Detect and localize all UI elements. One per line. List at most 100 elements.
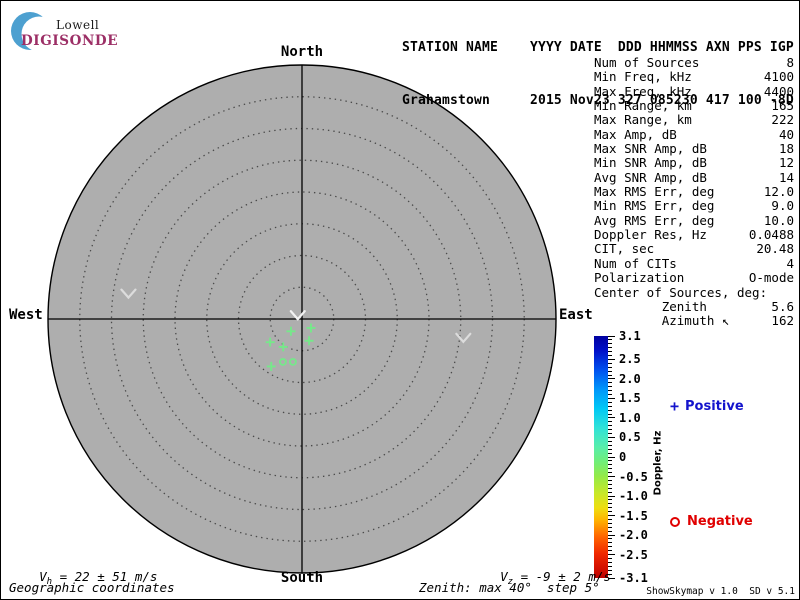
stat-row: CIT, sec 20.48 — [594, 241, 794, 257]
colorbar-minor-tick — [608, 464, 612, 466]
colorbar-major-tick — [608, 436, 615, 438]
colorbar-major-tick — [608, 417, 615, 419]
colorbar-minor-tick — [608, 538, 612, 540]
colorbar-minor-tick — [608, 343, 612, 345]
colorbar-minor-tick — [608, 339, 612, 341]
colorbar-tick-label: -2.5 — [619, 547, 648, 562]
colorbar-tick-label: -1.0 — [619, 489, 648, 504]
colorbar-minor-tick — [608, 394, 612, 396]
coordinate-system-label: Geographic coordinates — [9, 580, 175, 595]
colorbar-minor-tick — [608, 347, 612, 349]
colorbar-minor-tick — [608, 499, 612, 501]
stat-row: Min Range, km 165 — [594, 98, 794, 114]
stat-row: Min SNR Amp, dB 12 — [594, 155, 794, 171]
colorbar-minor-tick — [608, 491, 612, 493]
stat-row: Avg RMS Err, deg 10.0 — [594, 212, 794, 228]
colorbar-minor-tick — [608, 542, 612, 544]
colorbar-major-tick — [608, 456, 615, 458]
colorbar-major-tick — [608, 476, 615, 478]
colorbar-minor-tick — [608, 382, 612, 384]
colorbar-minor-tick — [608, 522, 612, 524]
logo-digisonde-text: DIGISONDE — [21, 33, 119, 49]
legend-negative: Negative — [670, 514, 753, 529]
colorbar-tick-label: 0.5 — [619, 430, 641, 445]
colorbar-axis-label: Doppler, Hz — [652, 430, 664, 496]
colorbar-minor-tick — [608, 550, 612, 552]
stat-row: Avg SNR Amp, dB 14 — [594, 169, 794, 185]
compass-south-label: South — [280, 570, 324, 586]
stat-row: Min RMS Err, deg 9.0 — [594, 198, 794, 214]
colorbar-major-tick — [608, 378, 615, 380]
compass-east-label: East — [559, 307, 593, 323]
stat-row: Max Freq, kHz 4400 — [594, 83, 794, 99]
zenith-range-label: Zenith: max 40° step 5° — [419, 580, 600, 595]
colorbar-major-tick — [608, 397, 615, 399]
colorbar-major-tick — [608, 534, 615, 536]
colorbar-tick-label: 2.5 — [619, 352, 641, 367]
colorbar-minor-tick — [608, 374, 612, 376]
colorbar-tick-label: -3.1 — [619, 571, 648, 585]
colorbar-minor-tick — [608, 487, 612, 489]
colorbar-minor-tick — [608, 413, 612, 415]
legend-negative-label: Negative — [687, 514, 753, 529]
colorbar-minor-tick — [608, 401, 612, 403]
colorbar-minor-tick — [608, 511, 612, 513]
colorbar-major-tick — [608, 335, 615, 337]
colorbar-minor-tick — [608, 362, 612, 364]
colorbar-minor-tick — [608, 546, 612, 548]
colorbar-minor-tick — [608, 503, 612, 505]
colorbar-minor-tick — [608, 425, 612, 427]
colorbar-minor-tick — [608, 429, 612, 431]
stat-row: Max RMS Err, deg 12.0 — [594, 184, 794, 200]
colorbar-minor-tick — [608, 355, 612, 357]
colorbar-minor-tick — [608, 351, 612, 353]
stat-row: Zenith 5.6 — [594, 298, 794, 314]
stat-row: Azimuth ↖ 162 — [594, 313, 794, 329]
colorbar-minor-tick — [608, 390, 612, 392]
lowell-digisonde-logo: Lowell DIGISONDE — [9, 7, 219, 55]
colorbar-minor-tick — [608, 518, 612, 520]
stat-row: Min Freq, kHz 4100 — [594, 69, 794, 85]
stat-row: Max Amp, dB 40 — [594, 126, 794, 142]
plus-marker-icon: + — [670, 397, 680, 415]
colorbar-minor-tick — [608, 405, 612, 407]
stat-row: Doppler Res, Hz 0.0488 — [594, 227, 794, 243]
stat-row: Center of Sources, deg: — [594, 284, 768, 300]
circle-marker-icon — [670, 516, 680, 527]
colorbar-minor-tick — [608, 386, 612, 388]
colorbar-minor-tick — [608, 433, 612, 435]
legend-positive-label: Positive — [685, 398, 744, 414]
colorbar-tick-label: 2.0 — [619, 371, 641, 386]
compass-north-label: North — [280, 44, 324, 60]
colorbar-major-tick — [608, 515, 615, 517]
logo-lowell-text: Lowell — [56, 18, 100, 32]
colorbar-minor-tick — [608, 526, 612, 528]
colorbar-minor-tick — [608, 507, 612, 509]
colorbar-tick-label: 1.0 — [619, 410, 641, 425]
legend-positive: + Positive — [670, 397, 744, 415]
stats-panel: Num of Sources 8 Min Freq, kHz 4100 Max Freq… — [594, 55, 794, 329]
stat-row: Num of CITs 4 — [594, 255, 794, 271]
colorbar-minor-tick — [608, 444, 612, 446]
showskymap-screen: Lowell DIGISONDE STATION NAME YYYY DATE … — [0, 0, 800, 600]
colorbar-minor-tick — [608, 468, 612, 470]
colorbar-minor-tick — [608, 370, 612, 372]
compass-west-label: West — [9, 307, 43, 323]
colorbar-minor-tick — [608, 472, 612, 474]
colorbar-minor-tick — [608, 530, 612, 532]
colorbar-minor-tick — [608, 452, 612, 454]
colorbar-major-tick — [608, 358, 615, 360]
stat-row: Num of Sources 8 — [594, 55, 794, 70]
colorbar-minor-tick — [608, 483, 612, 485]
colorbar-minor-tick — [608, 366, 612, 368]
colorbar-minor-tick — [608, 460, 612, 462]
colorbar-gradient — [594, 336, 608, 578]
colorbar-tick-label: -2.0 — [619, 528, 648, 543]
colorbar-tick-label: -0.5 — [619, 469, 648, 484]
colorbar-tick-label: 3.1 — [619, 329, 641, 343]
colorbar-minor-tick — [608, 448, 612, 450]
colorbar-minor-tick — [608, 421, 612, 423]
colorbar-minor-tick — [608, 479, 612, 481]
colorbar-tick-label: 1.5 — [619, 391, 641, 406]
colorbar-minor-tick — [608, 409, 612, 411]
